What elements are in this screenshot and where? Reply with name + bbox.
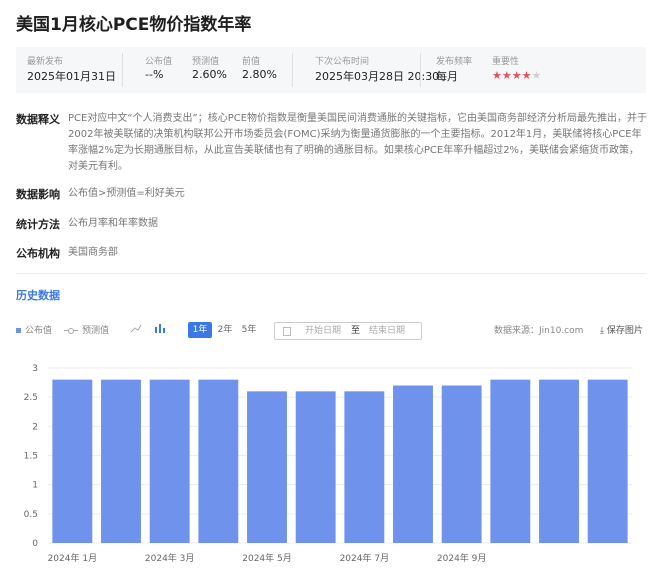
y-tick-label: 2: [32, 422, 38, 432]
method-label: 统计方法: [16, 218, 60, 231]
history-bar-chart: 0 0.5 1 1.5 2 2.5 3 2024年 1月 2024年 3月 2024年 5月 202…: [24, 364, 632, 564]
x-tick-label: 2024年 5月: [242, 552, 292, 564]
previous-value: 2.80%: [242, 68, 277, 81]
forecast-label: 预测值: [192, 57, 220, 67]
legend-forecast-label: 预测值: [82, 326, 110, 336]
chart-toolbar: 公布值 预测值 1年 2年 5年 开始日期 至 结束日期 数据来源：Jin10.…: [16, 322, 646, 340]
legend-square-icon: [16, 328, 21, 333]
importance-label: 重要性: [492, 57, 520, 67]
x-tick-label: 2024年 1月: [48, 552, 98, 564]
download-icon: ⤓: [600, 326, 604, 336]
calendar-icon: [283, 327, 291, 336]
range-5y-button[interactable]: 5年: [238, 322, 260, 338]
x-tick-label: 2024年 9月: [437, 552, 487, 564]
method-text: 公布月率和年率数据: [68, 218, 158, 229]
bar: [344, 391, 385, 543]
y-tick-label: 0: [32, 539, 38, 549]
history-tab[interactable]: 历史数据: [16, 287, 60, 303]
bar: [587, 379, 628, 543]
organization-label: 公布机构: [16, 247, 60, 260]
legend-published-label: 公布值: [25, 326, 53, 336]
bar: [393, 385, 433, 543]
x-tick-label: 2024年 3月: [145, 552, 195, 564]
bar-chart-button[interactable]: [154, 322, 166, 340]
next-release-label: 下次公布时间: [315, 57, 370, 67]
y-tick-label: 3: [32, 364, 38, 374]
bar: [441, 385, 482, 543]
star-icon: ★: [531, 69, 542, 82]
star-icon: ★: [501, 69, 512, 82]
range-1y-button[interactable]: 1年: [188, 322, 212, 338]
importance-stars: ★★★★★: [492, 69, 541, 82]
date-range-picker[interactable]: 开始日期 至 结束日期: [274, 322, 422, 340]
end-date-input[interactable]: 结束日期: [369, 323, 405, 339]
date-range-separator: 至: [351, 326, 361, 336]
bar: [101, 379, 141, 543]
star-icon: ★: [511, 69, 522, 82]
legend-line-icon: [64, 328, 78, 334]
latest-release-label: 最新发布: [27, 57, 64, 67]
y-tick-label: 1: [32, 481, 38, 491]
organization-text: 美国商务部: [68, 247, 118, 258]
published-value-label: 公布值: [145, 57, 173, 67]
x-tick-label: 2024年 7月: [340, 552, 390, 564]
frequency-value: 每月: [436, 70, 458, 83]
bar: [247, 391, 287, 543]
definition-label: 数据释义: [16, 113, 60, 126]
y-tick-label: 0.5: [24, 510, 38, 520]
divider: [122, 53, 123, 87]
save-image-button[interactable]: ⤓ 保存图片: [600, 322, 643, 340]
save-image-label: 保存图片: [606, 326, 643, 336]
bar: [149, 379, 190, 543]
release-info-bar: 最新发布 2025年01月31日 公布值 --% 预测值 2.60% 前值 2.…: [16, 47, 646, 93]
divider: [292, 53, 293, 87]
section-divider: [16, 273, 646, 274]
page-title: 美国1月核心PCE物价指数年率: [16, 15, 252, 35]
data-source: 数据来源：Jin10.com: [494, 326, 584, 336]
bar: [539, 379, 579, 543]
divider: [420, 53, 421, 87]
legend-forecast[interactable]: 预测值: [64, 322, 109, 340]
legend-published[interactable]: 公布值: [16, 322, 52, 340]
bar: [295, 391, 336, 543]
impact-label: 数据影响: [16, 188, 60, 201]
star-icon: ★: [521, 69, 532, 82]
bar-chart-icon: [155, 324, 165, 333]
y-tick-label: 1.5: [24, 452, 38, 462]
line-chart-icon: [130, 324, 142, 333]
previous-label: 前值: [242, 57, 261, 67]
star-icon: ★: [492, 69, 502, 82]
bar: [52, 379, 93, 543]
range-2y-button[interactable]: 2年: [214, 322, 236, 338]
y-tick-label: 2.5: [24, 393, 38, 403]
start-date-input[interactable]: 开始日期: [305, 323, 341, 339]
definition-text: PCE对应中文“个人消费支出”；核心PCE物价指数是衡量美国民间消费通胀的关键指…: [68, 113, 648, 172]
forecast-value: 2.60%: [192, 68, 227, 81]
frequency-label: 发布频率: [436, 57, 473, 67]
published-value: --%: [145, 68, 164, 81]
bar: [198, 379, 239, 543]
impact-text: 公布值>预测值=利好美元: [68, 188, 185, 199]
bar: [490, 379, 531, 543]
latest-release-value: 2025年01月31日: [27, 70, 116, 83]
line-chart-button[interactable]: [130, 322, 142, 340]
